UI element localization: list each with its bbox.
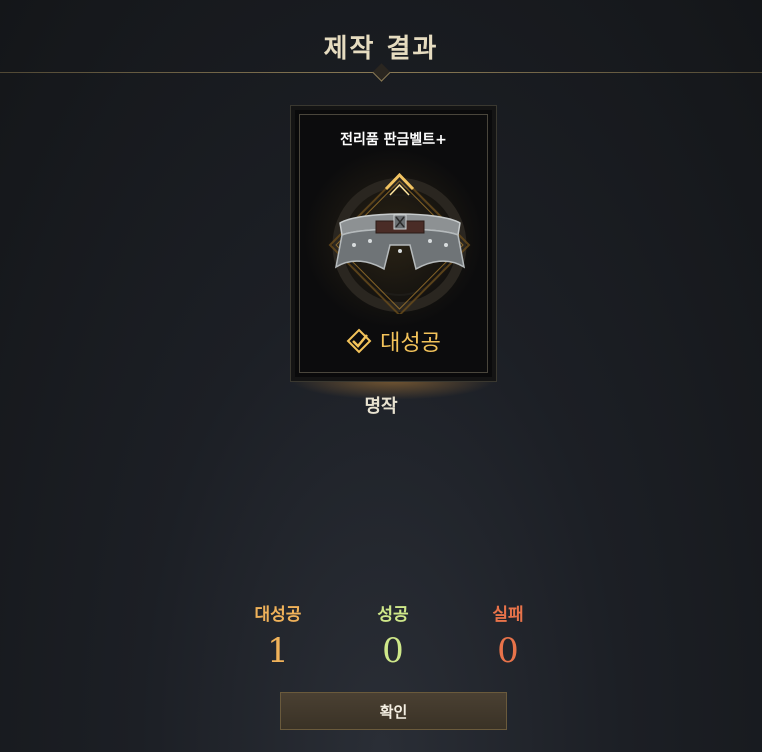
confirm-button[interactable]: 확인 <box>280 692 507 730</box>
confirm-button-label: 확인 <box>379 702 408 721</box>
stat-failure-value: 0 <box>497 631 519 671</box>
divider-ornament <box>372 63 391 82</box>
stat-great-success-value: 1 <box>267 631 289 671</box>
check-diamond-icon <box>346 328 372 354</box>
stat-success-value: 0 <box>382 631 404 671</box>
stat-great-success-label: 대성공 <box>254 605 302 625</box>
plate-belt-icon <box>334 213 466 271</box>
stat-great-success: 대성공 1 <box>223 600 333 671</box>
stat-success-label: 성공 <box>377 605 409 625</box>
stat-success: 성공 0 <box>338 600 448 671</box>
stat-failure-label: 실패 <box>492 605 524 625</box>
item-card: 전리품 판금벨트+ 대성공 <box>290 105 497 382</box>
item-name: 전리품 판금벨트+ <box>340 132 447 148</box>
stat-failure: 실패 0 <box>453 600 563 671</box>
craft-result: 대성공 <box>300 325 487 357</box>
page-title: 제작 결과 <box>323 34 439 64</box>
item-grade: 명작 <box>364 396 398 417</box>
item-card-inner: 전리품 판금벨트+ 대성공 <box>299 114 488 373</box>
result-label: 대성공 <box>380 331 441 356</box>
